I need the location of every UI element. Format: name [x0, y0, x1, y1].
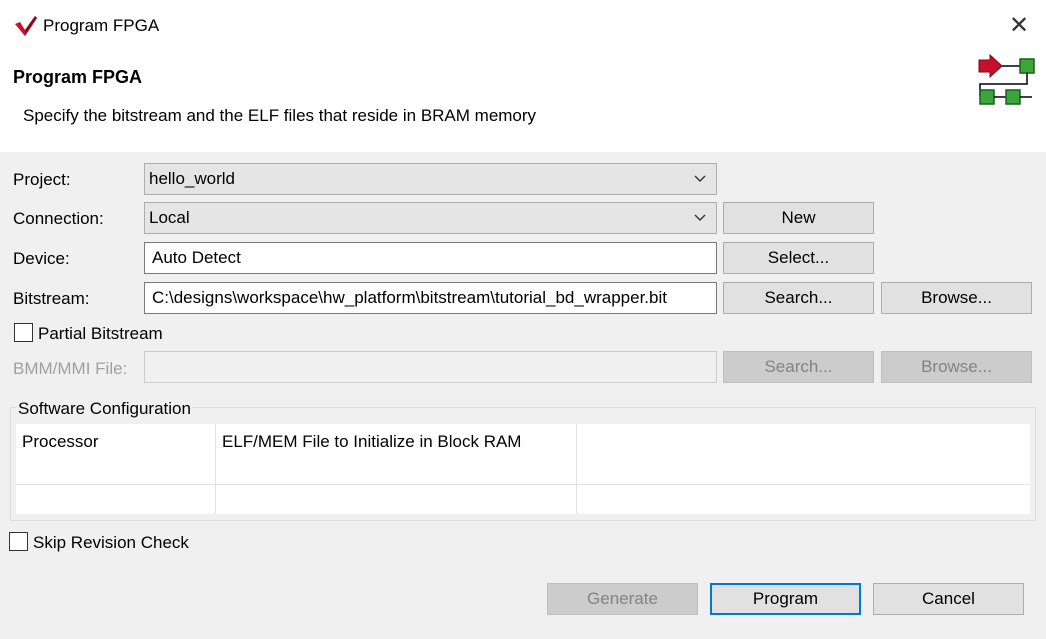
- column-header-elf-file[interactable]: ELF/MEM File to Initialize in Block RAM: [222, 432, 521, 452]
- bmm-search-button: Search...: [723, 351, 874, 383]
- column-header-processor[interactable]: Processor: [22, 432, 99, 452]
- bitstream-browse-button[interactable]: Browse...: [881, 282, 1032, 314]
- bitstream-path-field[interactable]: C:\designs\workspace\hw_platform\bitstre…: [144, 282, 717, 314]
- select-device-button[interactable]: Select...: [723, 242, 874, 274]
- software-config-title: Software Configuration: [17, 399, 192, 419]
- skip-revision-checkbox[interactable]: [9, 532, 28, 551]
- project-dropdown[interactable]: hello_world: [144, 163, 717, 195]
- connection-label: Connection:: [13, 209, 104, 228]
- project-value: hello_world: [149, 169, 235, 188]
- software-config-table[interactable]: Processor ELF/MEM File to Initialize in …: [16, 424, 1030, 514]
- generate-button: Generate: [547, 583, 698, 615]
- project-label: Project:: [13, 170, 71, 189]
- bitstream-search-button[interactable]: Search...: [723, 282, 874, 314]
- skip-revision-label: Skip Revision Check: [33, 533, 189, 552]
- new-connection-button[interactable]: New: [723, 202, 874, 234]
- window-title: Program FPGA: [43, 16, 160, 35]
- close-icon[interactable]: ✕: [1006, 13, 1032, 39]
- device-field[interactable]: Auto Detect: [144, 242, 717, 274]
- connection-value: Local: [149, 208, 190, 227]
- device-label: Device:: [13, 249, 70, 268]
- program-button[interactable]: Program: [710, 583, 861, 615]
- cancel-button[interactable]: Cancel: [873, 583, 1024, 615]
- xilinx-logo-icon: [15, 16, 37, 36]
- chevron-down-icon: [694, 175, 706, 182]
- partial-bitstream-label: Partial Bitstream: [38, 324, 163, 343]
- bmm-file-label: BMM/MMI File:: [13, 359, 128, 378]
- bitstream-label: Bitstream:: [13, 289, 90, 308]
- header-banner: [0, 52, 1046, 152]
- partial-bitstream-checkbox[interactable]: [14, 323, 33, 342]
- bmm-file-field: [144, 351, 717, 383]
- fpga-program-icon: [978, 54, 1035, 105]
- bmm-browse-button: Browse...: [881, 351, 1032, 383]
- dialog-heading: Program FPGA: [13, 67, 143, 87]
- table-row[interactable]: [16, 485, 1030, 513]
- connection-dropdown[interactable]: Local: [144, 202, 717, 234]
- chevron-down-icon: [694, 214, 706, 221]
- dialog-description: Specify the bitstream and the ELF files …: [23, 106, 537, 125]
